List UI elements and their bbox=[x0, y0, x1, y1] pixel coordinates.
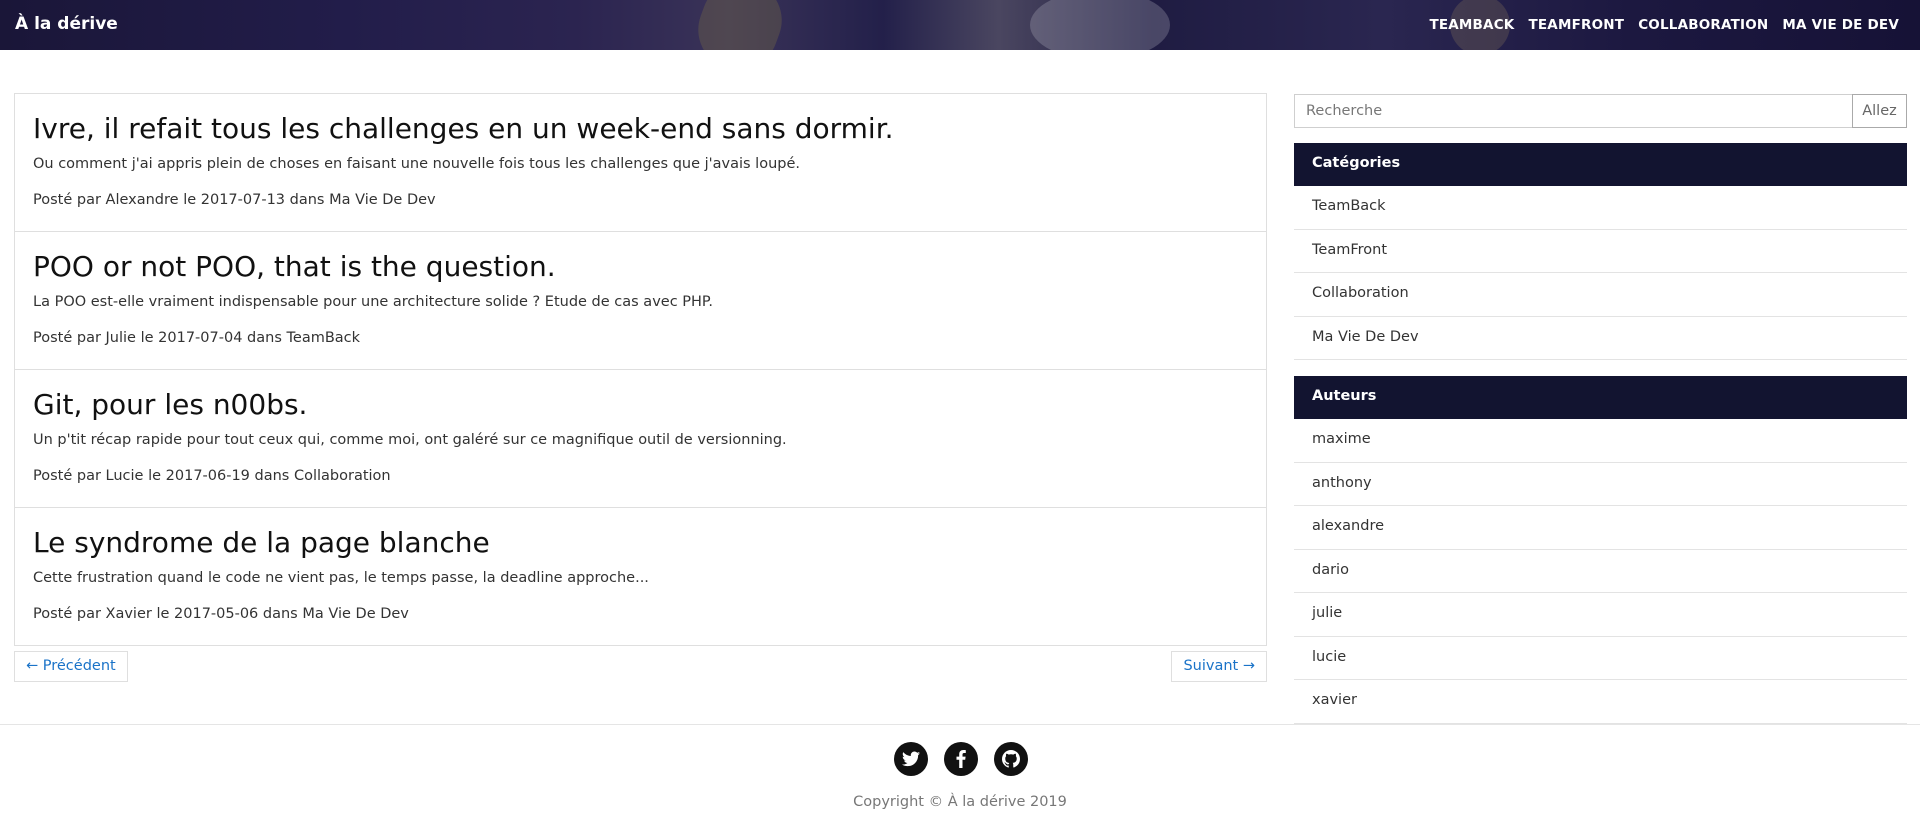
post-date: 2017-06-19 bbox=[165, 468, 250, 484]
social-links bbox=[894, 742, 1028, 776]
meta-label: le bbox=[156, 606, 170, 622]
author-item: lucie bbox=[1294, 637, 1907, 680]
author-item: anthony bbox=[1294, 463, 1907, 506]
post-card: Ivre, il refait tous les challenges en u… bbox=[14, 93, 1267, 232]
category-item: TeamFront bbox=[1294, 230, 1907, 273]
copyright-text: Copyright © À la dérive 2019 bbox=[853, 794, 1067, 810]
post-meta: Posté par Lucie le 2017-06-19 dans Colla… bbox=[33, 466, 1248, 486]
post-title[interactable]: Git, pour les n00bs. bbox=[33, 388, 1248, 422]
post-meta: Posté par Alexandre le 2017-07-13 dans M… bbox=[33, 190, 1248, 210]
category-link-teamback[interactable]: TeamBack bbox=[1312, 198, 1386, 214]
category-item: Ma Vie De Dev bbox=[1294, 317, 1907, 360]
header-background-image bbox=[1030, 0, 1170, 50]
meta-label: Posté par bbox=[33, 606, 101, 622]
post-author-link[interactable]: Lucie bbox=[106, 468, 144, 484]
site-footer: Copyright © À la dérive 2019 bbox=[0, 724, 1920, 821]
nav-link-ma-vie-de-dev[interactable]: MA VIE DE DEV bbox=[1782, 17, 1899, 33]
post-excerpt: La POO est-elle vraiment indispensable p… bbox=[33, 294, 714, 310]
header-background-image bbox=[687, 0, 793, 50]
meta-label: Posté par bbox=[33, 192, 101, 208]
author-item: maxime bbox=[1294, 419, 1907, 463]
category-link-teamfront[interactable]: TeamFront bbox=[1312, 242, 1387, 258]
post-date: 2017-07-13 bbox=[200, 192, 286, 208]
author-link-lucie[interactable]: lucie bbox=[1312, 649, 1346, 665]
post-card: Le syndrome de la page blanche Cette fru… bbox=[14, 507, 1267, 646]
meta-label: Posté par bbox=[33, 330, 101, 346]
nav-link-teamfront[interactable]: TEAMFRONT bbox=[1528, 17, 1624, 33]
meta-label: Posté par bbox=[33, 468, 101, 484]
category-link-ma-vie-de-dev[interactable]: Ma Vie De Dev bbox=[1312, 329, 1419, 345]
author-link-xavier[interactable]: xavier bbox=[1312, 692, 1357, 708]
meta-label: le bbox=[148, 468, 162, 484]
facebook-icon[interactable] bbox=[944, 742, 978, 776]
post-category-link[interactable]: Ma Vie De Dev bbox=[329, 192, 436, 208]
search-input[interactable] bbox=[1294, 94, 1852, 128]
author-link-dario[interactable]: dario bbox=[1312, 562, 1349, 578]
meta-label: dans bbox=[247, 330, 282, 346]
authors-panel: Auteurs maxime anthony alexandre dario j… bbox=[1294, 376, 1907, 724]
categories-list: TeamBack TeamFront Collaboration Ma Vie … bbox=[1294, 186, 1907, 360]
post-excerpt: Un p'tit récap rapide pour tout ceux qui… bbox=[33, 432, 787, 448]
site-header: À la dérive TEAMBACK TEAMFRONT COLLABORA… bbox=[0, 0, 1920, 50]
next-page-button[interactable]: Suivant → bbox=[1171, 651, 1267, 682]
author-link-alexandre[interactable]: alexandre bbox=[1312, 518, 1384, 534]
post-date: 2017-05-06 bbox=[174, 606, 259, 622]
meta-label: dans bbox=[262, 606, 298, 622]
author-item: julie bbox=[1294, 593, 1907, 637]
post-author-link[interactable]: Julie bbox=[106, 330, 136, 346]
post-title[interactable]: Le syndrome de la page blanche bbox=[33, 526, 1248, 560]
post-author-link[interactable]: Alexandre bbox=[106, 192, 179, 208]
post-category-link[interactable]: Ma Vie De Dev bbox=[302, 606, 409, 622]
post-card: POO or not POO, that is the question. La… bbox=[14, 231, 1267, 370]
category-link-collaboration[interactable]: Collaboration bbox=[1312, 285, 1409, 301]
post-author-link[interactable]: Xavier bbox=[106, 606, 152, 622]
category-item: Collaboration bbox=[1294, 273, 1907, 317]
authors-list: maxime anthony alexandre dario julie luc… bbox=[1294, 419, 1907, 724]
meta-label: dans bbox=[254, 468, 290, 484]
post-card: Git, pour les n00bs. Un p'tit récap rapi… bbox=[14, 369, 1267, 508]
categories-heading: Catégories bbox=[1294, 143, 1907, 186]
pagination: ← Précédent Suivant → bbox=[14, 651, 1267, 682]
post-list: Ivre, il refait tous les challenges en u… bbox=[14, 93, 1267, 646]
author-item: alexandre bbox=[1294, 506, 1907, 550]
github-icon[interactable] bbox=[994, 742, 1028, 776]
post-category-link[interactable]: Collaboration bbox=[294, 468, 391, 484]
author-item: xavier bbox=[1294, 680, 1907, 724]
authors-heading: Auteurs bbox=[1294, 376, 1907, 419]
post-title[interactable]: POO or not POO, that is the question. bbox=[33, 250, 1248, 284]
author-link-anthony[interactable]: anthony bbox=[1312, 475, 1372, 491]
post-date: 2017-07-04 bbox=[158, 330, 243, 346]
post-title[interactable]: Ivre, il refait tous les challenges en u… bbox=[33, 112, 1248, 146]
post-excerpt: Cette frustration quand le code ne vient… bbox=[33, 570, 649, 586]
twitter-icon[interactable] bbox=[894, 742, 928, 776]
categories-panel: Catégories TeamBack TeamFront Collaborat… bbox=[1294, 143, 1907, 360]
search-form: Allez bbox=[1294, 94, 1907, 128]
post-meta: Posté par Julie le 2017-07-04 dans TeamB… bbox=[33, 328, 1248, 348]
search-button[interactable]: Allez bbox=[1852, 94, 1907, 128]
post-excerpt: Ou comment j'ai appris plein de choses e… bbox=[33, 156, 800, 172]
main-nav: TEAMBACK TEAMFRONT COLLABORATION MA VIE … bbox=[1429, 17, 1899, 33]
meta-label: le bbox=[183, 192, 197, 208]
author-item: dario bbox=[1294, 550, 1907, 593]
author-link-julie[interactable]: julie bbox=[1312, 605, 1342, 621]
previous-page-button[interactable]: ← Précédent bbox=[14, 651, 128, 682]
site-brand-link[interactable]: À la dérive bbox=[15, 14, 118, 34]
post-category-link[interactable]: TeamBack bbox=[287, 330, 361, 346]
post-meta: Posté par Xavier le 2017-05-06 dans Ma V… bbox=[33, 604, 1248, 624]
meta-label: le bbox=[140, 330, 154, 346]
author-link-maxime[interactable]: maxime bbox=[1312, 431, 1371, 447]
nav-link-collaboration[interactable]: COLLABORATION bbox=[1638, 17, 1768, 33]
category-item: TeamBack bbox=[1294, 186, 1907, 230]
meta-label: dans bbox=[289, 192, 325, 208]
nav-link-teamback[interactable]: TEAMBACK bbox=[1429, 17, 1514, 33]
